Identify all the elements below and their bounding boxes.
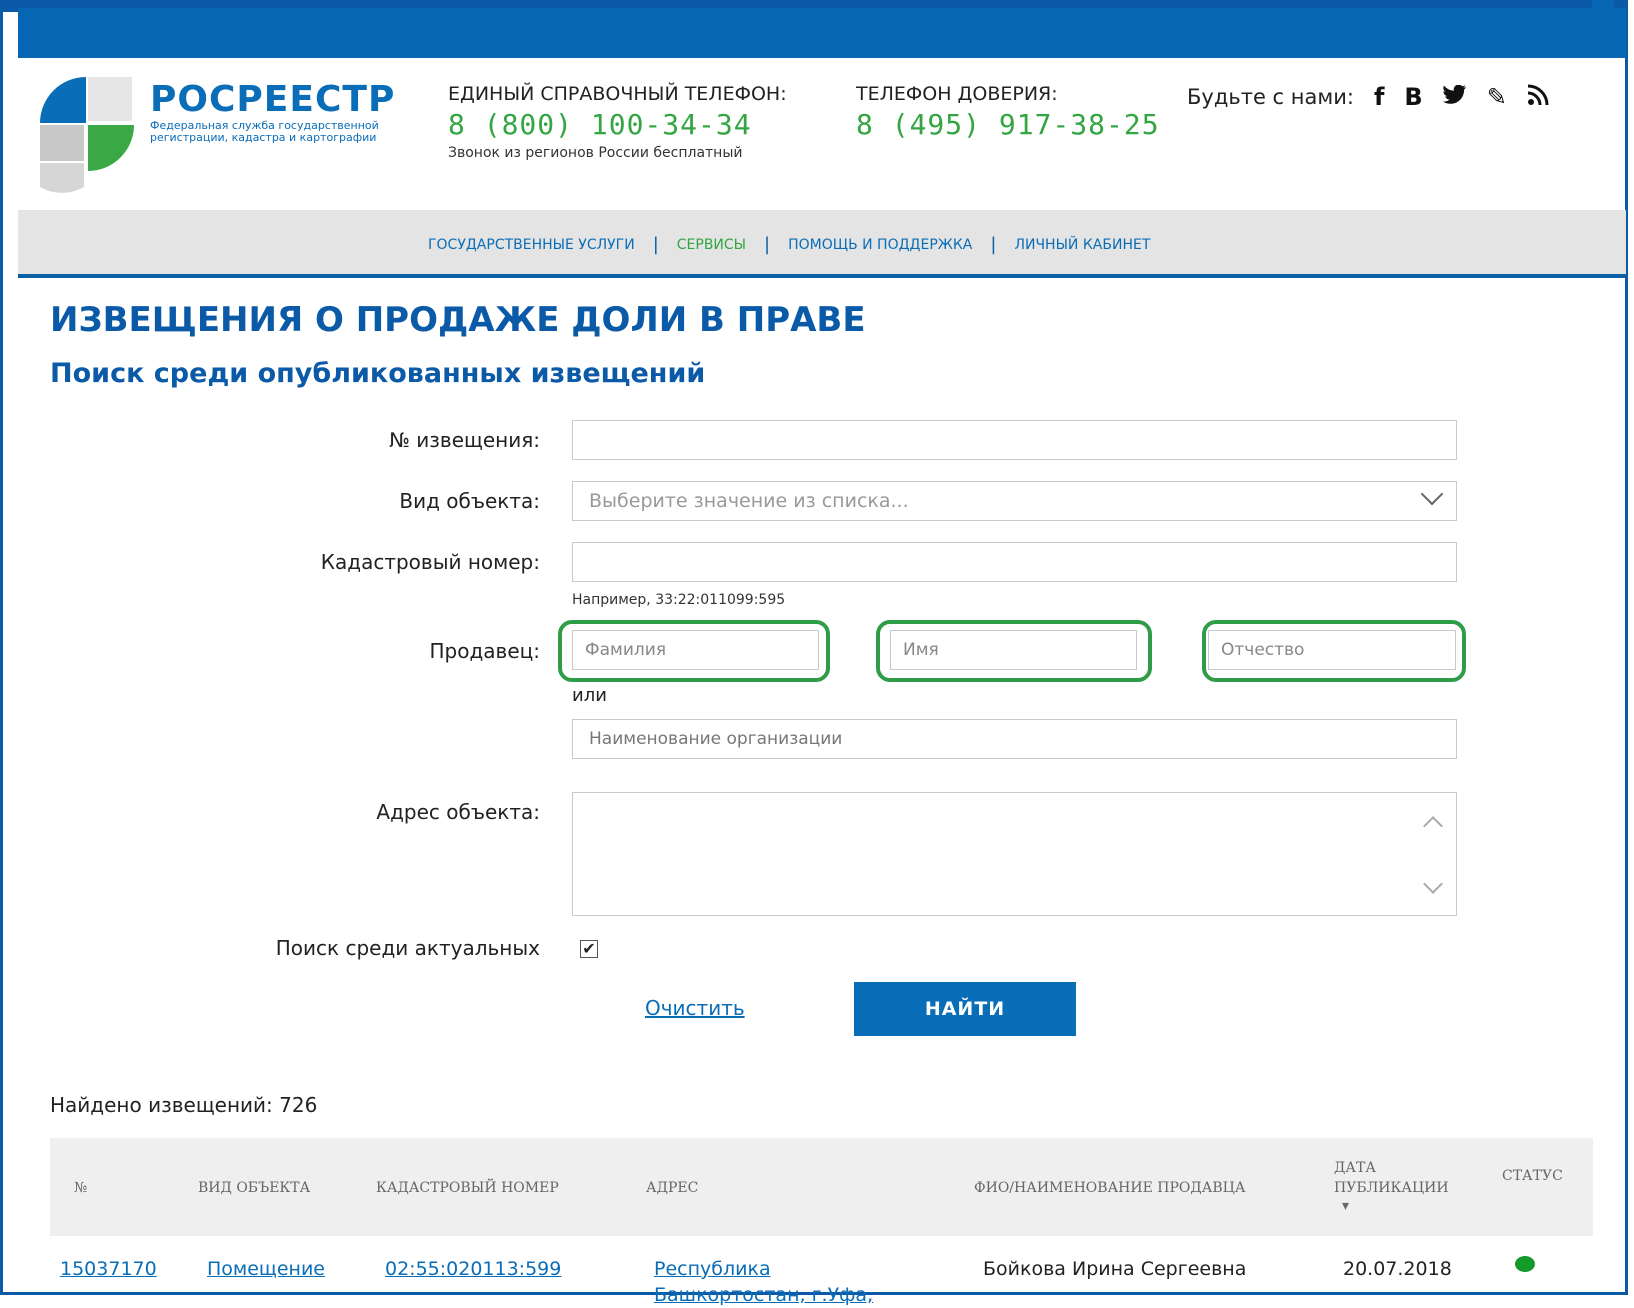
notice-number-label: № извещения: (389, 428, 540, 452)
rosreestr-logo-icon[interactable] (38, 75, 138, 195)
sort-indicator-icon[interactable]: ▾ (1342, 1198, 1349, 1214)
or-text: или (572, 685, 607, 706)
scroll-down-icon[interactable] (1423, 874, 1443, 894)
organization-input[interactable]: Наименование организации (572, 719, 1457, 759)
row-address-line1[interactable]: Республика (654, 1258, 771, 1280)
column-header-object-type[interactable]: ВИД ОБЪЕКТА (198, 1180, 310, 1196)
cadastral-label: Кадастровый номер: (320, 550, 540, 574)
row-object-type-link[interactable]: Помещение (207, 1256, 325, 1282)
actual-only-label: Поиск среди актуальных (275, 936, 540, 960)
column-header-number[interactable]: № (74, 1180, 87, 1196)
trust-phone-block: ТЕЛЕФОН ДОВЕРИЯ: 8 (495) 917-38-25 (856, 82, 1160, 144)
livejournal-icon[interactable]: ✎ (1487, 85, 1507, 109)
nav-item-services[interactable]: СЕРВИСЫ (677, 237, 746, 253)
scroll-up-icon[interactable] (1423, 816, 1443, 836)
actual-only-checkbox[interactable]: ✔ (580, 940, 598, 958)
trust-phone-title: ТЕЛЕФОН ДОВЕРИЯ: (856, 83, 1058, 105)
vk-icon[interactable]: В (1404, 85, 1422, 109)
notice-number-input[interactable] (572, 420, 1457, 460)
main-nav: ГОСУДАРСТВЕННЫЕ УСЛУГИ | СЕРВИСЫ | ПОМОЩ… (18, 210, 1626, 278)
object-type-placeholder: Выберите значение из списка... (589, 490, 909, 512)
seller-label: Продавец: (429, 639, 541, 663)
main-phone-block: ЕДИНЫЙ СПРАВОЧНЫЙ ТЕЛЕФОН: 8 (800) 100-3… (448, 82, 787, 162)
column-header-address[interactable]: АДРЕС (646, 1180, 698, 1196)
row-seller: Бойкова Ирина Сергеевна (983, 1258, 1247, 1280)
highlight-ring (876, 620, 1152, 682)
nav-separator: | (990, 234, 997, 255)
row-address[interactable]: Республика Башкортостан, г.Уфа, (654, 1256, 914, 1308)
column-header-cadastral[interactable]: КАДАСТРОВЫЙ НОМЕР (376, 1180, 559, 1196)
facebook-icon[interactable]: f (1374, 85, 1384, 109)
main-phone-title: ЕДИНЫЙ СПРАВОЧНЫЙ ТЕЛЕФОН: (448, 83, 787, 105)
trust-phone-number[interactable]: 8 (495) 917-38-25 (856, 106, 1160, 144)
nav-item-help[interactable]: ПОМОЩЬ И ПОДДЕРЖКА (788, 237, 972, 253)
results-count: Найдено извещений: 726 (50, 1093, 318, 1117)
address-textarea[interactable] (572, 792, 1457, 916)
chevron-down-icon (1420, 482, 1444, 506)
brand-subtitle: Федеральная служба государственной регис… (150, 119, 379, 144)
row-address-line2[interactable]: Башкортостан, г.Уфа, (654, 1284, 873, 1306)
main-phone-note: Звонок из регионов России бесплатный (448, 145, 743, 161)
nav-separator: | (652, 234, 659, 255)
row-number-link[interactable]: 15037170 (60, 1256, 157, 1282)
row-cadastral-link[interactable]: 02:55:020113:599 (385, 1256, 561, 1282)
twitter-icon[interactable] (1442, 84, 1467, 109)
column-header-date[interactable]: ДАТА ПУБЛИКАЦИИ (1334, 1158, 1449, 1198)
nav-separator: | (764, 234, 771, 255)
nav-item-public-services[interactable]: ГОСУДАРСТВЕННЫЕ УСЛУГИ (428, 237, 635, 253)
brand: РОСРЕЕСТР Федеральная служба государстве… (150, 80, 400, 144)
brand-name: РОСРЕЕСТР (150, 79, 396, 120)
corner-mark (1592, 0, 1614, 8)
column-header-seller[interactable]: ФИО/НАИМЕНОВАНИЕ ПРОДАВЦА (974, 1180, 1245, 1196)
find-button[interactable]: НАЙТИ (854, 982, 1076, 1036)
cadastral-hint: Например, 33:22:011099:595 (572, 592, 786, 608)
top-bar (18, 8, 1626, 58)
column-header-status[interactable]: СТАТУС (1502, 1168, 1563, 1184)
social-label: Будьте с нами: (1187, 85, 1354, 109)
clear-button[interactable]: Очистить (645, 996, 745, 1020)
main-phone-number[interactable]: 8 (800) 100-34-34 (448, 106, 787, 144)
address-label: Адрес объекта: (376, 800, 540, 824)
row-date: 20.07.2018 (1343, 1258, 1452, 1280)
highlight-ring (1202, 620, 1466, 682)
object-type-label: Вид объекта: (399, 489, 540, 513)
highlight-ring (558, 620, 830, 682)
nav-item-account[interactable]: ЛИЧНЫЙ КАБИНЕТ (1014, 237, 1150, 253)
social-links: Будьте с нами: f В ✎ (1187, 84, 1549, 110)
page-subtitle: Поиск среди опубликованных извещений (50, 358, 706, 389)
object-type-select[interactable]: Выберите значение из списка... (572, 481, 1457, 521)
status-indicator (1515, 1256, 1535, 1272)
cadastral-input[interactable] (572, 542, 1457, 582)
rss-icon[interactable] (1527, 84, 1549, 110)
page-title: ИЗВЕЩЕНИЯ О ПРОДАЖЕ ДОЛИ В ПРАВЕ (50, 300, 866, 340)
